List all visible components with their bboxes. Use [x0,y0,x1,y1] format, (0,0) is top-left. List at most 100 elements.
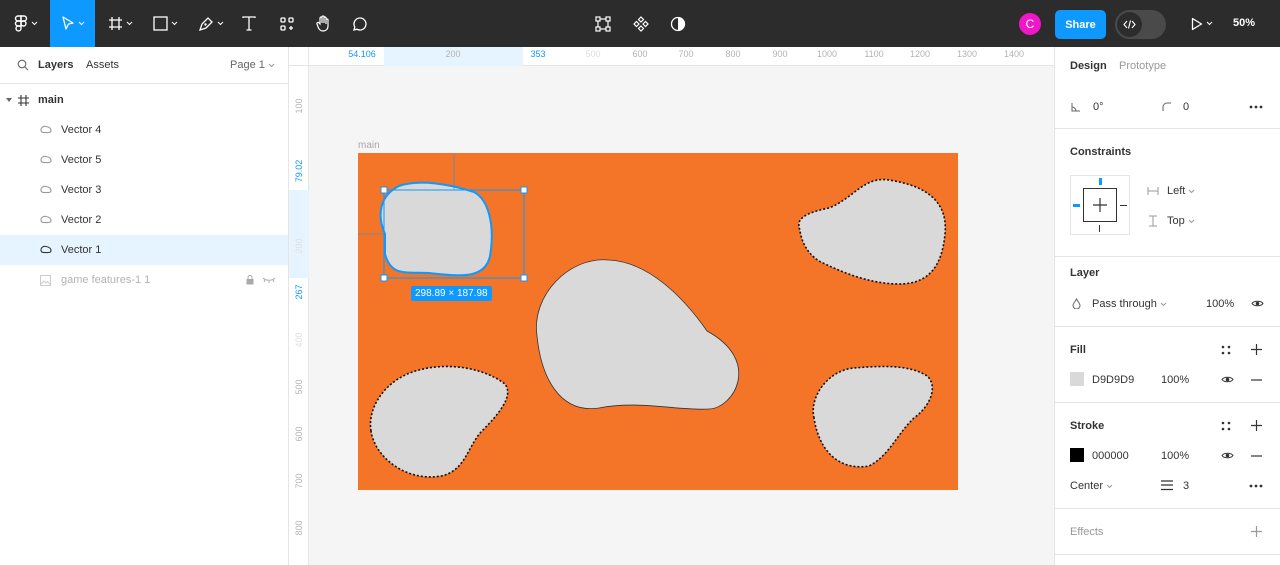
fill-opacity[interactable]: 100% [1161,374,1189,386]
stroke-weight-icon [1161,480,1173,491]
vector-icon [40,185,52,194]
layer-row[interactable]: Vector 4 [0,115,288,145]
stroke-opacity[interactable]: 100% [1161,450,1189,462]
horizontal-constraint-select[interactable]: Left [1167,185,1195,197]
tab-prototype[interactable]: Prototype [1119,60,1166,72]
comment-tool-button[interactable] [349,0,371,47]
hand-tool-button[interactable] [312,0,334,47]
ruler-tick: 1200 [909,49,931,59]
style-grid-icon[interactable] [1221,345,1231,355]
figma-logo-icon [14,14,28,32]
dev-mode-knob [1117,12,1142,37]
chevron-down-icon [1188,219,1195,224]
layer-row[interactable]: Vector 5 [0,145,288,175]
add-fill-icon[interactable] [1251,344,1262,355]
eye-icon[interactable] [1221,375,1234,384]
blend-mode-select[interactable]: Pass through [1092,298,1167,310]
constraint-top-bar[interactable] [1099,178,1102,185]
style-grid-icon[interactable] [1221,421,1231,431]
frame-icon [18,94,29,106]
transform-button[interactable] [592,0,614,47]
shape-tool-button[interactable] [148,0,182,47]
eye-icon[interactable] [1221,451,1234,460]
layer-opacity[interactable]: 100% [1206,298,1234,310]
ruler-left: 100 79.02 200 267 400 500 600 700 800 [289,66,309,565]
more-options-icon[interactable] [1249,105,1263,109]
constraint-left-bar[interactable] [1073,204,1080,207]
share-button[interactable]: Share [1055,10,1106,39]
ruler-tick: 700 [678,49,694,59]
vector-5-shape[interactable] [812,365,934,468]
layer-title: Layer [1070,267,1100,279]
layer-main[interactable]: main [0,85,288,115]
stroke-hex-value[interactable]: 000000 [1092,450,1129,462]
page-selector-label: Page 1 [230,59,265,71]
resize-handle[interactable] [380,274,388,282]
vector-4-shape[interactable] [798,178,946,285]
ruler-tick: 1000 [816,49,838,59]
vector-3-shape[interactable] [535,259,740,410]
tab-layers[interactable]: Layers [38,59,73,71]
vertical-constraint-select[interactable]: Top [1167,215,1195,227]
layer-row[interactable]: Vector 2 [0,205,288,235]
zoom-level[interactable]: 50% [1233,17,1255,29]
constraint-right-bar[interactable] [1120,205,1127,206]
stroke-section: Stroke 000000 100% Center 3 [1055,403,1280,509]
user-avatar[interactable]: C [1019,13,1041,35]
stroke-color-swatch[interactable] [1070,448,1084,462]
mask-button[interactable] [667,0,689,47]
vertical-constraint-icon [1149,215,1157,227]
eye-icon[interactable] [1251,299,1264,308]
layer-row[interactable]: game features-1 1 [0,265,288,295]
transform-icon [595,15,611,32]
eye-closed-icon[interactable] [262,277,276,283]
constraints-widget[interactable] [1070,175,1130,235]
canvas[interactable]: main 298.89 × 187.98 [309,66,1054,565]
ruler-tick: 54.106 [348,49,376,59]
resources-button[interactable] [276,0,298,47]
constraint-bottom-bar[interactable] [1099,225,1100,232]
pen-tool-button[interactable] [194,0,228,47]
search-icon[interactable] [17,59,29,71]
stroke-weight-value[interactable]: 3 [1183,480,1189,492]
vector-1-shape[interactable] [379,181,493,277]
layer-row[interactable]: Vector 3 [0,175,288,205]
component-button[interactable] [630,0,652,47]
resize-handle[interactable] [520,186,528,194]
tab-design[interactable]: Design [1070,60,1107,72]
play-icon [1191,17,1203,30]
more-options-icon[interactable] [1249,484,1263,488]
layer-section: Layer Pass through 100% [1055,257,1280,327]
add-effect-icon[interactable] [1251,526,1262,537]
remove-stroke-icon[interactable] [1251,455,1262,457]
rectangle-icon [152,16,168,31]
resize-handle[interactable] [380,186,388,194]
stroke-position-select[interactable]: Center [1070,480,1113,492]
lock-icon[interactable] [246,275,254,285]
fill-hex-value[interactable]: D9D9D9 [1092,374,1134,386]
corner-radius-value[interactable]: 0 [1183,101,1189,113]
remove-fill-icon[interactable] [1251,379,1262,381]
tab-assets[interactable]: Assets [86,59,119,71]
layer-name: Vector 4 [61,124,102,136]
chevron-down-icon [171,21,177,26]
present-button[interactable] [1186,0,1218,47]
move-tool-button[interactable] [50,0,95,47]
dev-mode-toggle[interactable] [1115,10,1166,39]
ruler-tick: 800 [725,49,741,59]
page-selector[interactable]: Page 1 [230,59,275,71]
layer-name: game features-1 1 [61,274,151,286]
resize-handle[interactable] [520,274,528,282]
rotation-value[interactable]: 0° [1093,101,1104,113]
text-tool-button[interactable] [238,0,260,47]
chevron-down-icon [1189,189,1195,194]
layer-row[interactable]: Vector 1 [0,235,288,265]
layers-panel: Layers Assets Page 1 main Vector 4 Vector… [0,47,289,565]
main-menu-button[interactable] [8,0,44,47]
layer-name: Vector 3 [61,184,102,196]
frame-tool-button[interactable] [104,0,136,47]
add-stroke-icon[interactable] [1251,420,1262,431]
fill-color-swatch[interactable] [1070,372,1084,386]
vector-2-shape[interactable] [369,365,509,478]
chevron-down-icon [1160,302,1167,307]
